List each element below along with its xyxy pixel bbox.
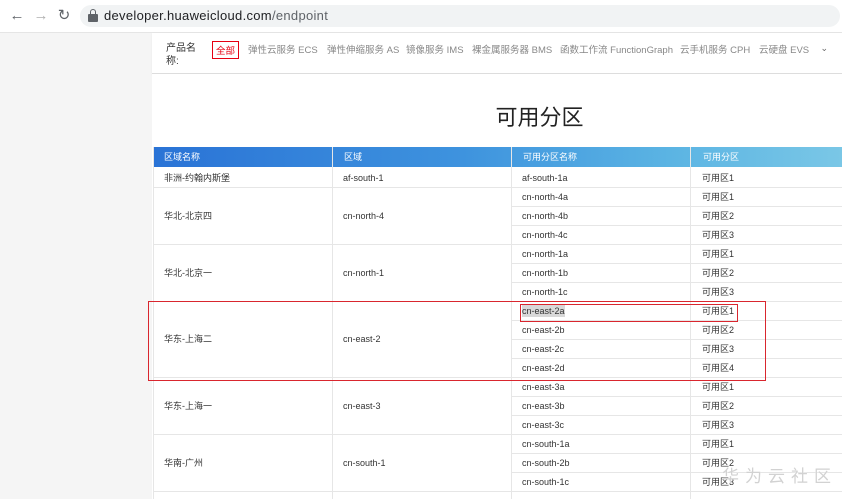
filter-chip-ims[interactable]: 镜像服务 IMS [406,42,464,56]
row-divider [511,263,842,264]
region-cell: cn-south-1 [343,457,386,468]
header-region: 区域 [344,152,363,162]
product-name-label: 产品名称: [166,43,196,67]
address-bar[interactable]: developer.huaweicloud.com/endpoint [80,5,840,27]
region-cell: af-south-1 [343,172,384,183]
az-name-cell: af-south-1a [522,173,568,183]
filter-chip-bms[interactable]: 裸金属服务器 BMS [472,42,552,56]
region-name-cell: 华北-北京一 [164,267,212,278]
browser-toolbar: ← → ↻ developer.huaweicloud.com/endpoint [0,0,842,33]
az-name-cell: cn-south-1a [522,439,570,449]
az-name-cell: cn-north-4a [522,192,569,202]
az-name-cell: cn-north-1b [522,268,569,278]
left-background [0,33,152,499]
group-divider [153,244,842,245]
group-divider [153,491,842,492]
reload-icon[interactable]: ↻ [55,7,73,25]
content-area [152,74,842,499]
filter-chip-as[interactable]: 弹性伸缩服务 AS [327,42,399,56]
region-name-cell: 华北-北京四 [164,210,212,221]
az-cell: 可用区3 [702,230,735,240]
table-header: 区域名称 区域 可用分区名称 可用分区 [153,147,842,167]
region-name-cell: 非洲-约翰内斯堡 [164,172,230,183]
filter-chip-evs[interactable]: 云硬盘 EVS [759,42,809,56]
az-name-cell: cn-east-3c [522,420,565,430]
region-name-cell: 华东-上海一 [164,400,212,411]
az-cell: 可用区1 [702,382,735,392]
url-text: developer.huaweicloud.com/endpoint [104,8,328,23]
chevron-down-icon[interactable]: ⌄ [820,43,828,54]
az-cell: 可用区2 [702,401,735,411]
az-name-cell: cn-north-4b [522,211,569,221]
annotation-box-cn-east-2a [520,304,738,322]
az-cell: 可用区2 [702,211,735,221]
az-cell: 可用区3 [702,287,735,297]
az-name-cell: cn-east-3a [522,382,565,392]
filter-chip-ecs[interactable]: 弹性云服务 ECS [248,42,318,56]
az-cell: 可用区1 [702,249,735,259]
az-cell: 可用区1 [702,173,735,183]
forward-arrow-icon[interactable]: → [32,7,50,25]
row-divider [511,282,842,283]
product-filter-bar: 产品名称: 全部 弹性云服务 ECS 弹性伸缩服务 AS 镜像服务 IMS 裸金… [152,33,842,74]
az-cell: 可用区3 [702,420,735,430]
az-name-cell: cn-north-1a [522,249,569,259]
url-domain: developer.huaweicloud.com [104,8,272,23]
row-divider [511,206,842,207]
row-divider [511,415,842,416]
header-az: 可用分区 [703,152,740,162]
header-region-name: 区域名称 [164,152,201,162]
az-cell: 可用区1 [702,192,735,202]
row-divider [511,225,842,226]
group-divider [153,434,842,435]
lock-icon[interactable] [88,9,98,23]
region-cell: cn-north-4 [343,210,385,221]
region-cell: cn-north-1 [343,267,385,278]
az-cell: 可用区1 [702,439,735,449]
az-name-cell: cn-east-3b [522,401,565,411]
page-title: 可用分区 [495,105,584,130]
watermark: 华为云社区 [722,467,837,486]
filter-chip-all[interactable]: 全部 [212,41,240,59]
az-cell: 可用区2 [702,268,735,278]
group-divider [153,187,842,188]
az-name-cell: cn-north-4c [522,230,568,240]
row-divider [511,396,842,397]
header-az-name: 可用分区名称 [523,152,578,162]
region-cell: cn-east-3 [343,400,381,411]
az-name-cell: cn-south-1c [522,477,570,487]
row-divider [511,453,842,454]
url-path: /endpoint [271,8,329,23]
back-arrow-icon[interactable]: ← [8,7,26,25]
az-name-cell: cn-north-1c [522,287,568,297]
region-name-cell: 华南-广州 [164,457,203,468]
filter-chip-cph[interactable]: 云手机服务 CPH [680,42,750,56]
az-name-cell: cn-south-2b [522,458,570,468]
filter-chip-functiongraph[interactable]: 函数工作流 FunctionGraph [560,42,673,56]
